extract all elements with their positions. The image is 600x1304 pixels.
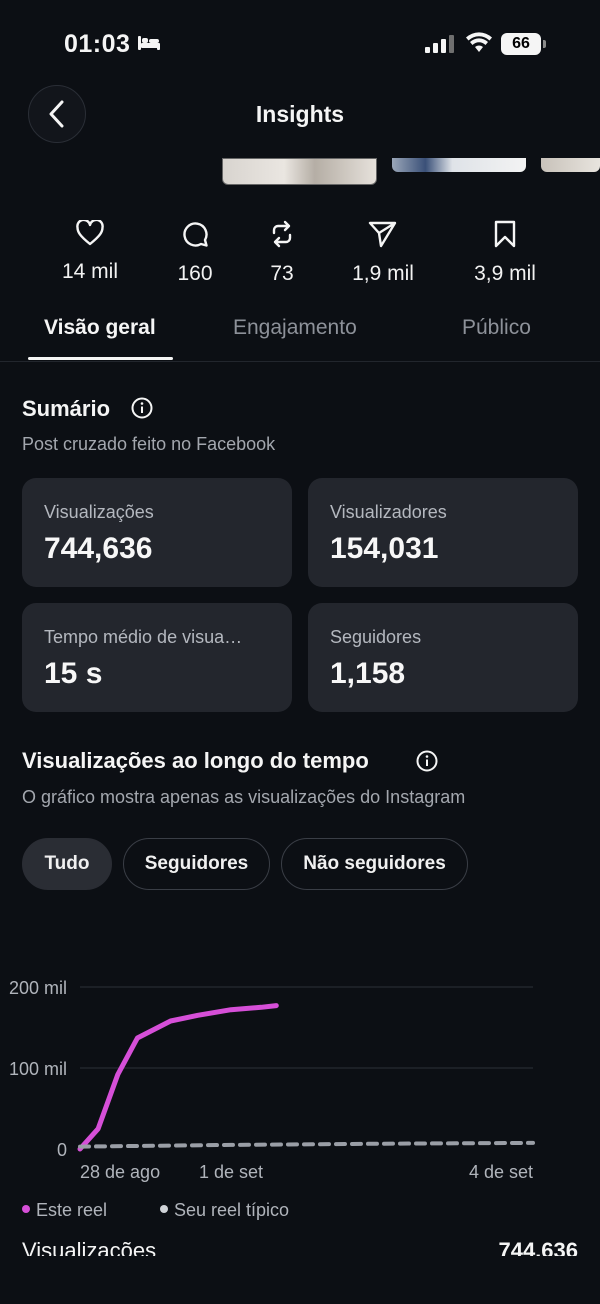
metric-label: Visualizadores [330,502,447,522]
x-tick-label: 28 de ago [80,1162,160,1182]
metric-card-views[interactable]: Visualizações 744,636 [22,478,292,587]
filter-followers-chip[interactable]: Seguidores [123,838,270,890]
info-icon[interactable] [416,750,438,772]
metric-label: Seguidores [330,627,422,647]
tab-engagement[interactable]: Engajamento [233,316,357,340]
metric-label: Tempo médio de visua… [44,627,243,647]
x-tick-label: 1 de set [199,1162,263,1182]
stat-shares: 1,9 mil [328,220,438,286]
stat-saves: 3,9 mil [450,220,560,286]
legend-item-this-reel: Este reel [22,1200,107,1221]
stat-value: 3,9 mil [474,262,536,285]
tab-audience[interactable]: Público [462,316,531,340]
tab-overview[interactable]: Visão geral [44,316,156,340]
media-thumbnail[interactable] [392,158,526,172]
media-thumbnail[interactable] [222,158,377,185]
media-thumbnail[interactable] [541,158,600,172]
share-icon [368,221,397,248]
comment-icon [183,222,208,247]
legend-label: Este reel [36,1200,108,1220]
x-tick-label: 4 de set [469,1162,533,1182]
metric-value: 154,031 [330,532,439,565]
metric-card-viewers[interactable]: Visualizadores 154,031 [308,478,578,587]
y-tick-label: 100 mil [9,1059,67,1079]
heart-icon [76,220,104,246]
wifi-icon [466,32,492,52]
status-time: 01:03 [64,30,131,58]
tab-bar: Visão geral Engajamento Público [0,300,600,362]
metric-label: Visualizações [44,502,154,522]
page-title: Insights [255,101,345,127]
legend-label: Seu reel típico [174,1200,290,1220]
sleep-focus-icon [138,36,160,50]
info-icon[interactable] [131,397,153,419]
views-over-time-subtitle: O gráfico mostra apenas as visualizações… [22,787,466,807]
views-over-time-title: Visualizações ao longo do tempo [22,748,369,773]
legend-dot [160,1205,168,1214]
metric-value: 1,158 [330,657,406,690]
y-tick-label: 200 mil [9,978,67,998]
battery-indicator: 66 [501,33,541,55]
stat-value: 1,9 mil [352,262,414,285]
stat-likes: 14 mil [35,220,145,284]
metric-value: 744,636 [44,532,153,565]
series-line-typical-reel [78,1140,535,1149]
stat-reposts: 73 [227,220,337,286]
summary-subtitle: Post cruzado feito no Facebook [22,434,276,454]
filter-all-chip[interactable]: Tudo [22,838,112,890]
repost-icon [272,220,292,248]
views-line-chart: 200 mil 100 mil 0 28 de ago 1 de set 4 de set [9,978,535,1182]
battery-tip [543,40,546,48]
bookmark-icon [494,220,516,248]
metric-card-followers[interactable]: Seguidores 1,158 [308,603,578,712]
cellular-signal-icon [425,35,454,53]
metric-value: 15 s [44,657,103,690]
series-line-this-reel [77,1003,279,1152]
filter-non-followers-chip[interactable]: Não seguidores [281,838,468,890]
scroll-cutoff [0,1256,600,1304]
summary-title: Sumário [22,396,111,421]
metric-card-avg-watch-time[interactable]: Tempo médio de visua… 15 s [22,603,292,712]
legend-item-typical-reel: Seu reel típico [160,1200,289,1221]
y-tick-label: 0 [57,1140,67,1160]
status-bar: 01:03 66 [0,0,600,88]
active-tab-indicator [28,357,173,360]
stat-value: 73 [270,262,294,285]
legend-dot [22,1205,30,1214]
stat-value: 14 mil [61,260,119,283]
